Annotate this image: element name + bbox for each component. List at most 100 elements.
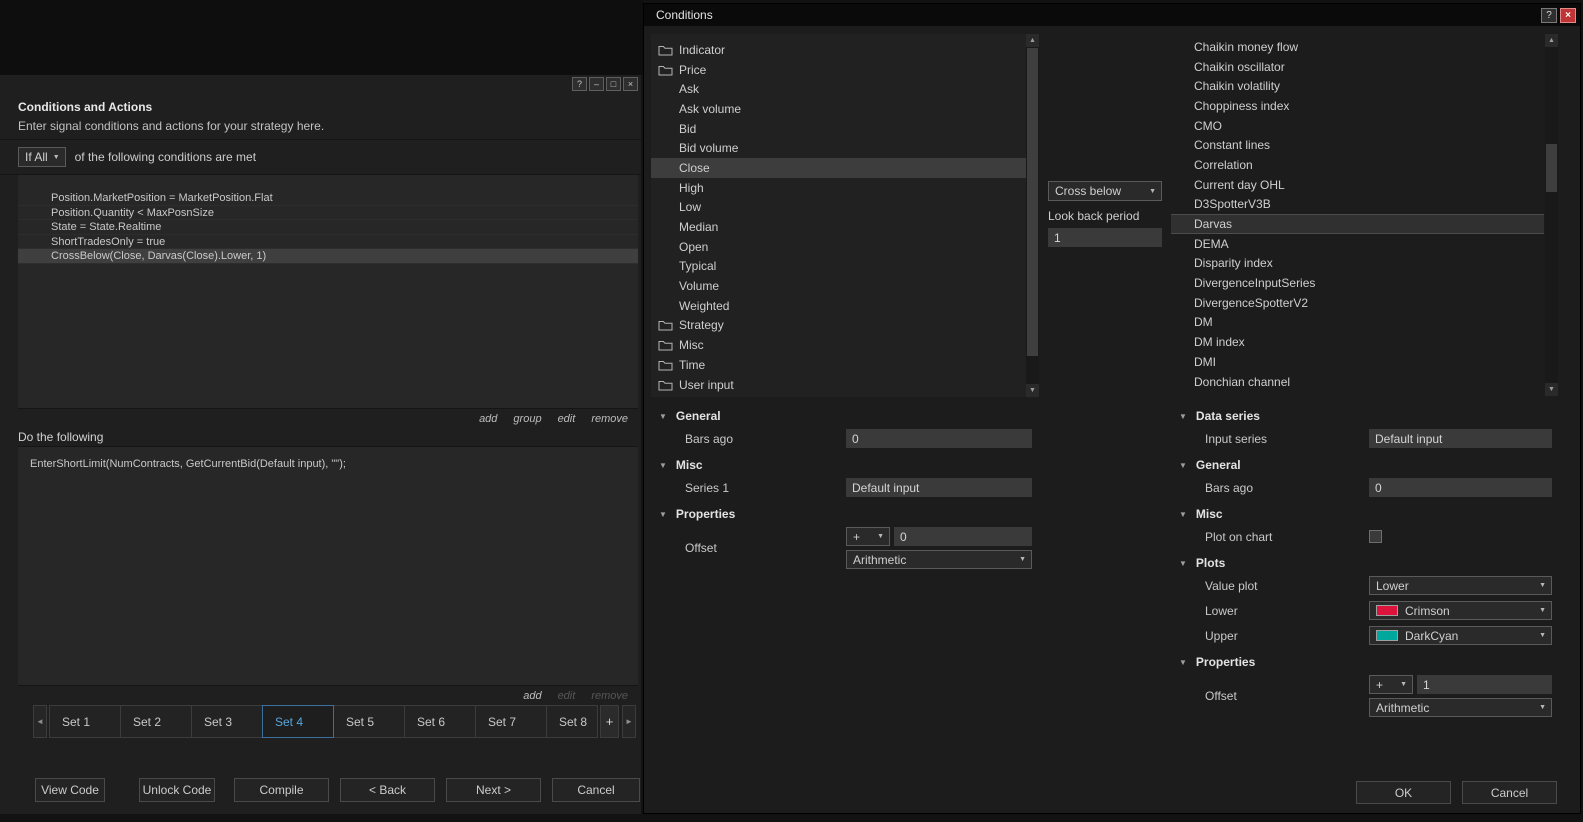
indicator-item[interactable]: Chaikin volatility: [1171, 76, 1544, 96]
value-plot-select[interactable]: Lower ▼: [1369, 576, 1552, 595]
minimize-button[interactable]: –: [589, 77, 604, 91]
section-general[interactable]: ▼ General: [1171, 455, 1558, 475]
tree-scrollbar[interactable]: ▲ ▼: [1026, 34, 1039, 397]
scrollbar-thumb[interactable]: [1546, 144, 1557, 192]
tree-item[interactable]: Volume: [651, 276, 1026, 296]
offset-operator-select[interactable]: + ▼: [1369, 675, 1413, 694]
ok-button[interactable]: OK: [1356, 781, 1451, 804]
indicator-item[interactable]: DM index: [1171, 332, 1544, 352]
tree-item[interactable]: Indicator: [651, 40, 1026, 60]
plot-on-chart-checkbox[interactable]: [1369, 530, 1382, 543]
input-series-input[interactable]: [1369, 429, 1552, 448]
offset-mode-select[interactable]: Arithmetic ▼: [846, 550, 1032, 569]
tabs-scroll-right-icon[interactable]: ►: [622, 705, 636, 738]
scroll-up-icon[interactable]: ▲: [1545, 34, 1558, 47]
indicator-item[interactable]: D3SpotterV3B: [1171, 195, 1544, 215]
condition-row[interactable]: Position.Quantity < MaxPosnSize: [18, 206, 638, 221]
lower-color-select[interactable]: Crimson ▼: [1369, 601, 1552, 620]
unlock-code-button[interactable]: Unlock Code: [139, 778, 215, 802]
offset-value-input[interactable]: [894, 527, 1032, 546]
back-button[interactable]: < Back: [340, 778, 435, 802]
set-tab[interactable]: Set 7: [475, 705, 547, 738]
indicator-item[interactable]: Choppiness index: [1171, 96, 1544, 116]
action-link[interactable]: edit: [558, 690, 576, 702]
section-misc[interactable]: ▼ Misc: [1171, 504, 1558, 524]
tree-item[interactable]: Low: [651, 198, 1026, 218]
scroll-down-icon[interactable]: ▼: [1026, 384, 1039, 397]
close-button[interactable]: ×: [623, 77, 638, 91]
action-link[interactable]: remove: [591, 690, 628, 702]
indicator-item[interactable]: DMI: [1171, 352, 1544, 372]
indicator-item[interactable]: DivergenceInputSeries: [1171, 273, 1544, 293]
add-set-button[interactable]: +: [600, 705, 619, 738]
offset-mode-select[interactable]: Arithmetic ▼: [1369, 698, 1552, 717]
dialog-close-button[interactable]: ×: [1560, 7, 1576, 23]
series1-input[interactable]: [846, 478, 1032, 497]
offset-value-input[interactable]: [1417, 675, 1552, 694]
offset-operator-select[interactable]: + ▼: [846, 527, 890, 546]
upper-color-select[interactable]: DarkCyan ▼: [1369, 626, 1552, 645]
set-tab[interactable]: Set 1: [49, 705, 121, 738]
condition-row[interactable]: Position.MarketPosition = MarketPosition…: [18, 191, 638, 206]
action-row[interactable]: EnterShortLimit(NumContracts, GetCurrent…: [18, 457, 638, 472]
section-properties[interactable]: ▼ Properties: [1171, 652, 1558, 672]
tree-item[interactable]: Bid volume: [651, 138, 1026, 158]
view-code-button[interactable]: View Code: [35, 778, 105, 802]
section-misc[interactable]: ▼ Misc: [651, 455, 1039, 475]
window-titlebar[interactable]: ? – □ ×: [0, 75, 641, 93]
bars-ago-input[interactable]: [846, 429, 1032, 448]
set-tab[interactable]: Set 2: [120, 705, 192, 738]
indicator-item[interactable]: Donchian channel: [1171, 372, 1544, 392]
tabs-scroll-left-icon[interactable]: ◄: [33, 705, 47, 738]
set-tab[interactable]: Set 6: [404, 705, 476, 738]
tree-item[interactable]: Weighted: [651, 296, 1026, 316]
indicator-item[interactable]: Disparity index: [1171, 254, 1544, 274]
dialog-cancel-button[interactable]: Cancel: [1462, 781, 1557, 804]
tree-item[interactable]: Bid: [651, 119, 1026, 139]
section-plots[interactable]: ▼ Plots: [1171, 553, 1558, 573]
tree-item[interactable]: Typical: [651, 257, 1026, 277]
indicator-item[interactable]: Correlation: [1171, 155, 1544, 175]
tree-item[interactable]: Close: [651, 158, 1026, 178]
condition-row[interactable]: CrossBelow(Close, Darvas(Close).Lower, 1…: [18, 249, 638, 264]
scroll-up-icon[interactable]: ▲: [1026, 34, 1039, 47]
help-button[interactable]: ?: [572, 77, 587, 91]
tree-item[interactable]: Open: [651, 237, 1026, 257]
indicator-scrollbar[interactable]: ▲ ▼: [1545, 34, 1558, 396]
set-tab[interactable]: Set 3: [191, 705, 263, 738]
tree-item[interactable]: Ask: [651, 79, 1026, 99]
tree-item[interactable]: Ask volume: [651, 99, 1026, 119]
compile-button[interactable]: Compile: [234, 778, 329, 802]
scroll-down-icon[interactable]: ▼: [1545, 383, 1558, 396]
condition-row[interactable]: State = State.Realtime: [18, 220, 638, 235]
indicator-item[interactable]: DM: [1171, 313, 1544, 333]
next-button[interactable]: Next >: [446, 778, 541, 802]
tree-item[interactable]: Time: [651, 355, 1026, 375]
section-properties[interactable]: ▼ Properties: [651, 504, 1039, 524]
indicator-item[interactable]: Chaikin oscillator: [1171, 57, 1544, 77]
maximize-button[interactable]: □: [606, 77, 621, 91]
section-data-series[interactable]: ▼ Data series: [1171, 406, 1558, 426]
dialog-titlebar[interactable]: Conditions ? ×: [644, 4, 1580, 26]
indicator-item[interactable]: DivergenceSpotterV2: [1171, 293, 1544, 313]
tree-item[interactable]: Median: [651, 217, 1026, 237]
condition-link[interactable]: remove: [591, 413, 628, 425]
tree-item[interactable]: Price: [651, 60, 1026, 80]
condition-link[interactable]: edit: [558, 413, 576, 425]
indicator-item[interactable]: DEMA: [1171, 234, 1544, 254]
tree-item[interactable]: Strategy: [651, 316, 1026, 336]
tree-item[interactable]: User input: [651, 375, 1026, 395]
match-mode-select[interactable]: If All ▼: [18, 147, 66, 167]
dialog-help-button[interactable]: ?: [1541, 7, 1557, 23]
indicator-item[interactable]: Current day OHL: [1171, 175, 1544, 195]
lookback-input[interactable]: [1048, 228, 1162, 247]
indicator-item[interactable]: Chaikin money flow: [1171, 37, 1544, 57]
indicator-item[interactable]: CMO: [1171, 116, 1544, 136]
action-link[interactable]: add: [523, 690, 541, 702]
set-tab[interactable]: Set 4: [262, 705, 334, 738]
condition-link[interactable]: add: [479, 413, 497, 425]
tree-item[interactable]: High: [651, 178, 1026, 198]
cancel-button[interactable]: Cancel: [552, 778, 640, 802]
tree-item[interactable]: Misc: [651, 335, 1026, 355]
operator-select[interactable]: Cross below ▼: [1048, 181, 1162, 201]
